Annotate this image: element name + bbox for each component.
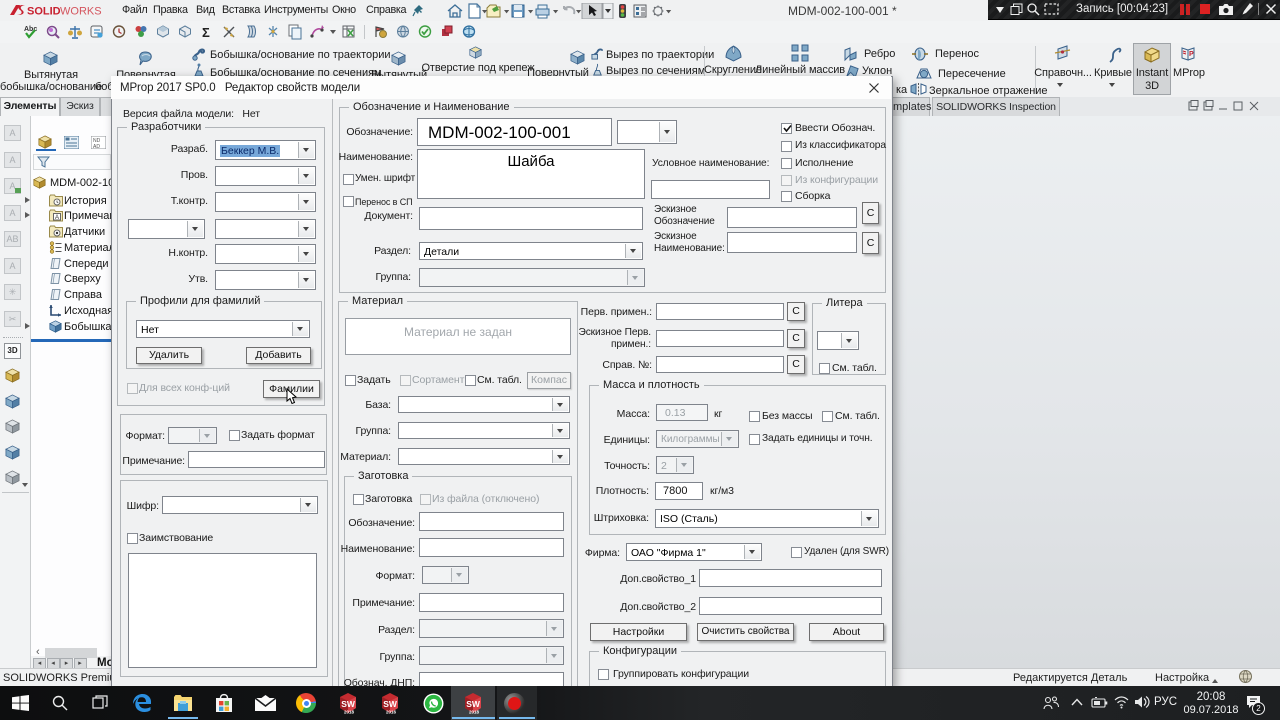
svg-text:Σ: Σ	[202, 25, 210, 40]
svg-text:SW: SW	[341, 699, 356, 709]
svg-text:SW: SW	[466, 699, 481, 709]
svg-text:2018: 2018	[344, 710, 355, 715]
svg-text:P: P	[1189, 51, 1194, 58]
svg-text:2018: 2018	[469, 710, 480, 715]
svg-text:Abc: Abc	[24, 26, 37, 33]
svg-text:A: A	[55, 215, 59, 221]
svg-text:2016: 2016	[386, 710, 397, 715]
svg-text:SW: SW	[383, 699, 398, 709]
